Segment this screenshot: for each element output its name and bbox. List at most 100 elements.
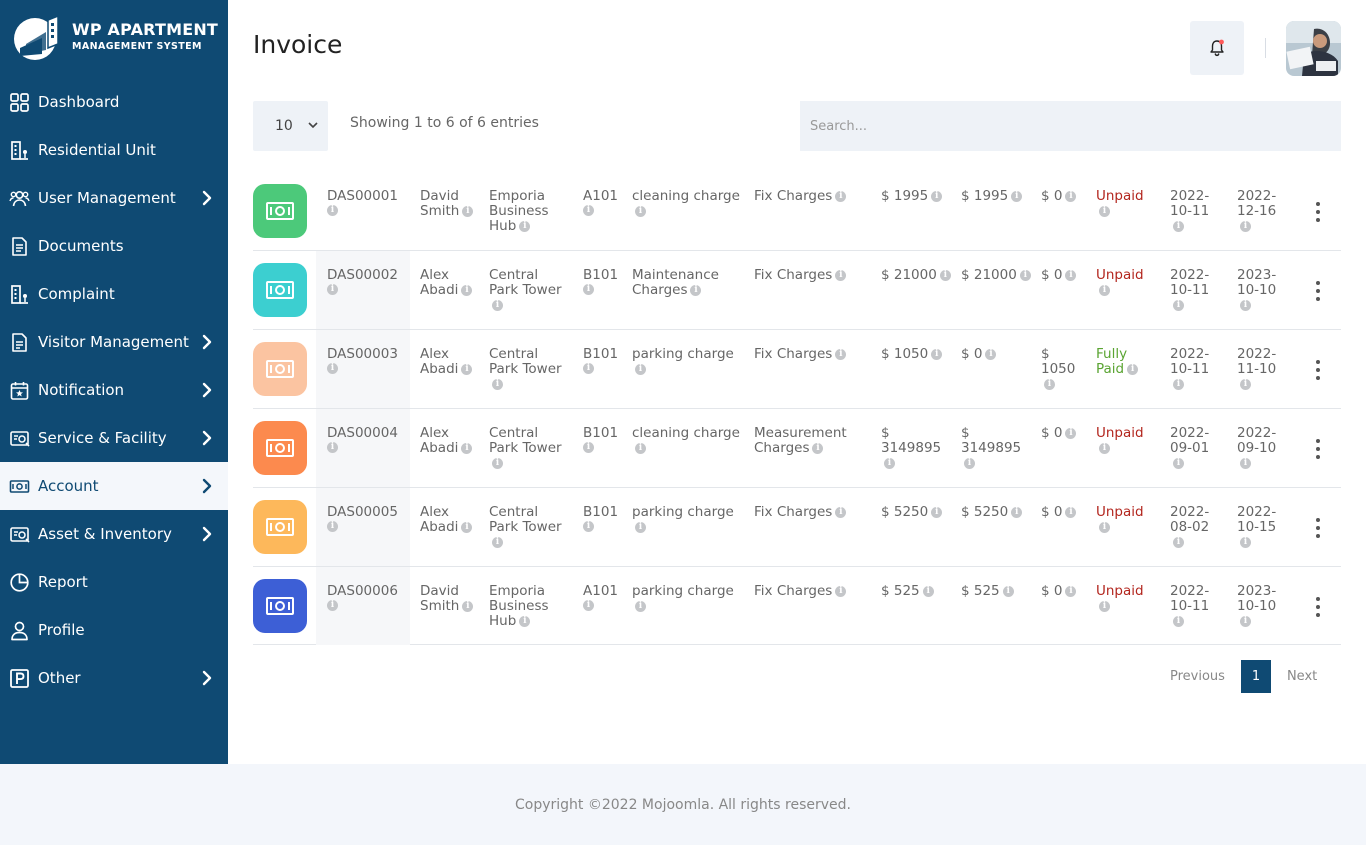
info-icon[interactable]: i xyxy=(461,284,473,296)
info-icon[interactable]: i xyxy=(1065,269,1077,281)
info-icon[interactable]: i xyxy=(1127,363,1139,375)
info-icon[interactable]: i xyxy=(583,205,594,216)
info-icon[interactable]: i xyxy=(461,442,473,454)
info-icon[interactable]: i xyxy=(835,190,847,202)
info-icon[interactable]: i xyxy=(583,521,594,532)
info-icon[interactable]: i xyxy=(327,284,338,295)
info-icon[interactable]: i xyxy=(690,284,702,296)
sidebar-item-residential-unit[interactable]: Residential Unit xyxy=(0,126,228,174)
more-actions-icon[interactable] xyxy=(1315,596,1321,618)
info-icon[interactable]: i xyxy=(1065,427,1077,439)
info-icon[interactable]: i xyxy=(1065,585,1077,597)
info-icon[interactable]: i xyxy=(635,363,646,375)
table-row[interactable]: DAS00005 i Alex Abadi i Central Park Toweri B… xyxy=(253,488,1341,567)
sidebar-item-service-facility[interactable]: Service & Facility xyxy=(0,414,228,462)
sidebar-item-account[interactable]: Account xyxy=(0,462,228,510)
info-icon[interactable]: i xyxy=(1011,506,1023,518)
info-icon[interactable]: i xyxy=(1099,205,1110,217)
info-icon[interactable]: i xyxy=(461,363,473,375)
info-icon[interactable]: i xyxy=(1240,299,1251,311)
more-actions-icon[interactable] xyxy=(1315,359,1321,381)
info-icon[interactable]: i xyxy=(635,442,646,454)
sidebar-item-user-management[interactable]: User Management xyxy=(0,174,228,222)
search-input[interactable] xyxy=(800,101,1341,151)
info-icon[interactable]: i xyxy=(635,205,646,217)
info-icon[interactable]: i xyxy=(1011,190,1023,202)
info-icon[interactable]: i xyxy=(519,220,531,232)
info-icon[interactable]: i xyxy=(1099,284,1110,296)
info-icon[interactable]: i xyxy=(519,615,531,627)
info-icon[interactable]: i xyxy=(1240,457,1251,469)
info-icon[interactable]: i xyxy=(492,536,503,548)
info-icon[interactable]: i xyxy=(1065,190,1077,202)
sidebar-item-asset-inventory[interactable]: Asset & Inventory xyxy=(0,510,228,558)
info-icon[interactable]: i xyxy=(462,205,474,217)
info-icon[interactable]: i xyxy=(327,521,338,532)
more-actions-icon[interactable] xyxy=(1315,280,1321,302)
info-icon[interactable]: i xyxy=(1240,220,1251,232)
info-icon[interactable]: i xyxy=(931,506,943,518)
entries-length-select[interactable]: 10 xyxy=(253,101,328,151)
avatar[interactable] xyxy=(1286,21,1341,76)
more-actions-icon[interactable] xyxy=(1315,438,1321,460)
info-icon[interactable]: i xyxy=(1173,220,1184,232)
info-icon[interactable]: i xyxy=(1099,600,1110,612)
info-icon[interactable]: i xyxy=(583,442,594,453)
previous-page-button[interactable]: Previous xyxy=(1170,669,1225,684)
more-actions-icon[interactable] xyxy=(1315,201,1321,223)
info-icon[interactable]: i xyxy=(1173,615,1184,627)
info-icon[interactable]: i xyxy=(1099,521,1110,533)
info-icon[interactable]: i xyxy=(327,600,338,611)
info-icon[interactable]: i xyxy=(931,348,943,360)
info-icon[interactable]: i xyxy=(884,457,895,469)
info-icon[interactable]: i xyxy=(327,363,338,374)
table-row[interactable]: DAS00002 i Alex Abadi i Central Park Toweri B… xyxy=(253,251,1341,330)
info-icon[interactable]: i xyxy=(492,299,503,311)
more-actions-icon[interactable] xyxy=(1315,517,1321,539)
next-page-button[interactable]: Next xyxy=(1287,669,1317,684)
sidebar-item-dashboard[interactable]: Dashboard xyxy=(0,78,228,126)
info-icon[interactable]: i xyxy=(1173,457,1184,469)
sidebar-item-report[interactable]: Report xyxy=(0,558,228,606)
notification-button[interactable] xyxy=(1190,21,1244,75)
info-icon[interactable]: i xyxy=(635,600,646,612)
info-icon[interactable]: i xyxy=(1044,378,1055,390)
sidebar-item-profile[interactable]: Profile xyxy=(0,606,228,654)
info-icon[interactable]: i xyxy=(1019,269,1031,281)
page-1-button[interactable]: 1 xyxy=(1240,659,1271,693)
info-icon[interactable]: i xyxy=(835,585,847,597)
info-icon[interactable]: i xyxy=(461,521,473,533)
table-row[interactable]: DAS00001 i David Smith i Emporia Business Hu… xyxy=(253,172,1341,251)
info-icon[interactable]: i xyxy=(1099,442,1110,454)
info-icon[interactable]: i xyxy=(922,585,934,597)
sidebar-item-documents[interactable]: Documents xyxy=(0,222,228,270)
info-icon[interactable]: i xyxy=(1065,506,1077,518)
info-icon[interactable]: i xyxy=(835,506,847,518)
info-icon[interactable]: i xyxy=(583,363,594,374)
table-row[interactable]: DAS00006 i David Smith i Emporia Business Hu… xyxy=(253,567,1341,645)
info-icon[interactable]: i xyxy=(583,600,594,611)
table-row[interactable]: DAS00004 i Alex Abadi i Central Park Toweri B… xyxy=(253,409,1341,488)
info-icon[interactable]: i xyxy=(462,600,474,612)
info-icon[interactable]: i xyxy=(492,378,503,390)
sidebar-item-notification[interactable]: Notification xyxy=(0,366,228,414)
info-icon[interactable]: i xyxy=(1240,536,1251,548)
info-icon[interactable]: i xyxy=(835,348,847,360)
info-icon[interactable]: i xyxy=(1173,299,1184,311)
table-row[interactable]: DAS00003 i Alex Abadi i Central Park Toweri B… xyxy=(253,330,1341,409)
info-icon[interactable]: i xyxy=(964,457,975,469)
info-icon[interactable]: i xyxy=(1002,585,1014,597)
info-icon[interactable]: i xyxy=(835,269,847,281)
info-icon[interactable]: i xyxy=(583,284,594,295)
info-icon[interactable]: i xyxy=(931,190,943,202)
info-icon[interactable]: i xyxy=(327,442,338,453)
info-icon[interactable]: i xyxy=(1173,378,1184,390)
sidebar-item-other[interactable]: Other xyxy=(0,654,228,702)
info-icon[interactable]: i xyxy=(327,205,338,216)
brand-logo[interactable]: WP APARTMENT MANAGEMENT SYSTEM xyxy=(12,14,218,60)
info-icon[interactable]: i xyxy=(939,269,951,281)
sidebar-item-complaint[interactable]: Complaint xyxy=(0,270,228,318)
info-icon[interactable]: i xyxy=(1240,378,1251,390)
info-icon[interactable]: i xyxy=(635,521,646,533)
info-icon[interactable]: i xyxy=(985,348,997,360)
